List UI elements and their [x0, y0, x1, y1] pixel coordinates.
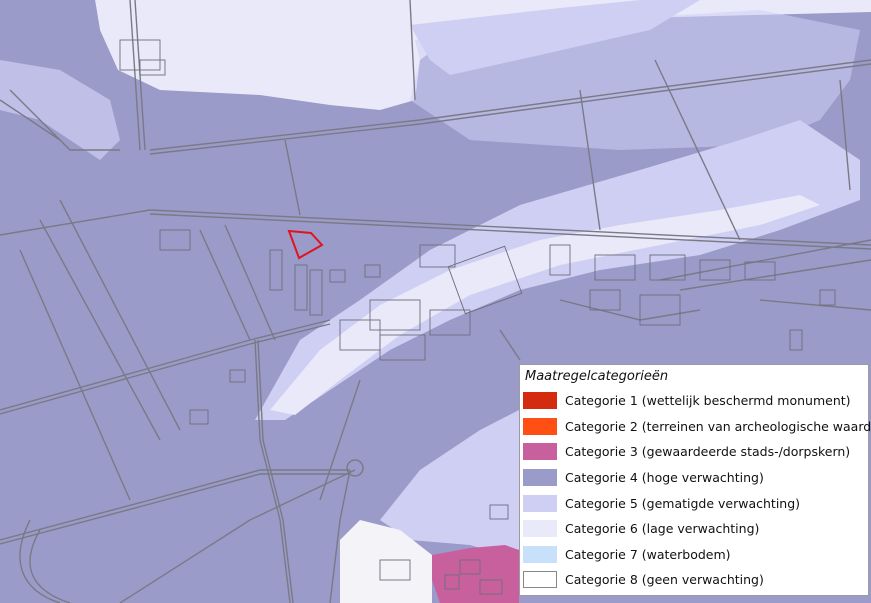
legend-label: Categorie 6 (lage verwachting) [565, 521, 760, 537]
map-legend: Maatregelcategorieën Categorie 1 (wettel… [519, 364, 871, 596]
legend-label: Categorie 4 (hoge verwachting) [565, 470, 764, 486]
legend-label: Categorie 3 (gewaardeerde stads-/dorpske… [565, 444, 851, 460]
legend-label: Categorie 5 (gematigde verwachting) [565, 495, 801, 511]
legend-swatch [523, 571, 557, 589]
legend-swatch [523, 417, 557, 435]
legend-swatch [523, 520, 557, 538]
legend-item: Categorie 5 (gematigde verwachting) [520, 490, 868, 516]
legend-label: Categorie 8 (geen verwachting) [565, 572, 764, 588]
legend-swatch [523, 443, 557, 461]
legend-title: Maatregelcategorieën [525, 369, 669, 384]
legend-item: Categorie 1 (wettelijk beschermd monumen… [520, 388, 868, 414]
legend-item: Categorie 2 (terreinen van archeologisch… [520, 414, 871, 440]
legend-item: Categorie 6 (lage verwachting) [520, 516, 868, 542]
legend-swatch [523, 469, 557, 487]
legend-item: Categorie 4 (hoge verwachting) [520, 465, 868, 491]
legend-label: Categorie 7 (waterbodem) [565, 546, 731, 562]
zone-cat8-topleft [0, 0, 100, 60]
legend-label: Categorie 1 (wettelijk beschermd monumen… [565, 393, 851, 409]
legend-swatch [523, 392, 557, 410]
legend-item: Categorie 8 (geen verwachting) [520, 567, 868, 593]
legend-swatch [523, 545, 557, 563]
legend-swatch [523, 494, 557, 512]
legend-item: Categorie 7 (waterbodem) [520, 542, 868, 568]
legend-label: Categorie 2 (terreinen van archeologisch… [565, 418, 871, 434]
legend-item: Categorie 3 (gewaardeerde stads-/dorpske… [520, 439, 868, 465]
